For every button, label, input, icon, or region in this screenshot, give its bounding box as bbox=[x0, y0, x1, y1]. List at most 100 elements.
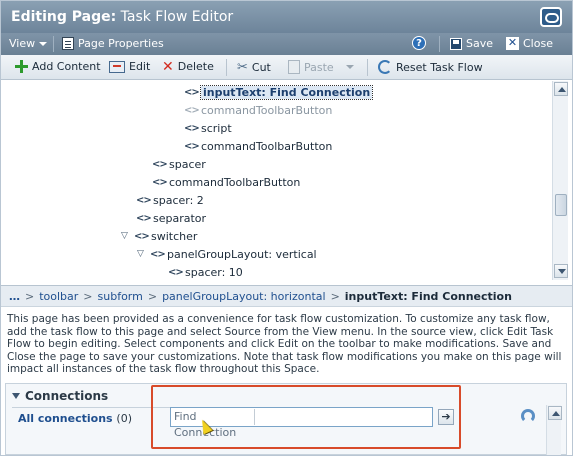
component-tag-icon: <> bbox=[150, 248, 166, 260]
breadcrumb-separator: > bbox=[147, 289, 158, 303]
paste-button[interactable]: Paste bbox=[288, 60, 334, 74]
component-tag-icon: <> bbox=[134, 230, 150, 242]
save-label: Save bbox=[466, 37, 494, 50]
breadcrumb-item[interactable]: subform bbox=[98, 290, 143, 303]
component-tag-icon: <> bbox=[136, 212, 152, 224]
tree-node[interactable]: <> spacer: 2 bbox=[136, 192, 204, 208]
tree-node-label: panelGroupLayout: vertical bbox=[167, 247, 317, 261]
toolbar-divider bbox=[367, 59, 368, 76]
component-tag-icon: <> bbox=[184, 86, 200, 98]
connections-title: Connections bbox=[25, 389, 109, 403]
paste-options-dropdown[interactable] bbox=[346, 65, 354, 69]
arrow-down-icon bbox=[558, 269, 566, 274]
tree-node[interactable]: <> commandToolbarButton bbox=[184, 102, 332, 118]
close-icon: ✕ bbox=[506, 36, 519, 50]
window-title: Editing Page: Task Flow Editor bbox=[11, 9, 233, 25]
paste-label: Paste bbox=[304, 60, 334, 74]
collapse-icon bbox=[12, 393, 20, 399]
tree-node[interactable]: <> script bbox=[184, 120, 232, 136]
reset-task-flow-label: Reset Task Flow bbox=[396, 60, 483, 74]
component-tag-icon: <> bbox=[184, 140, 200, 152]
component-tag-icon: <> bbox=[152, 158, 168, 170]
save-button[interactable]: Save bbox=[450, 37, 493, 50]
tree-scrollbar[interactable] bbox=[552, 81, 568, 280]
breadcrumb-separator: > bbox=[330, 289, 340, 303]
component-tree: <> inputText: Find Connection <> command… bbox=[1, 81, 572, 280]
reset-task-flow-button[interactable]: Reset Task Flow bbox=[378, 60, 483, 74]
cut-button[interactable]: ✂ Cut bbox=[237, 60, 271, 75]
tree-node-label: commandToolbarButton bbox=[169, 175, 301, 189]
breadcrumb-separator: > bbox=[25, 289, 35, 303]
toolbar-divider bbox=[226, 59, 227, 76]
add-content-button[interactable]: Add Content bbox=[15, 60, 101, 73]
help-text: This page has been provided as a conveni… bbox=[7, 313, 562, 376]
tree-node[interactable]: <> commandToolbarButton bbox=[184, 138, 332, 154]
delete-label: Delete bbox=[177, 60, 214, 73]
scroll-up-button[interactable] bbox=[548, 406, 562, 420]
tree-node[interactable]: <> separator bbox=[136, 210, 206, 226]
arrow-up-icon bbox=[558, 87, 566, 92]
tree-node[interactable]: ▽ <> switcher bbox=[121, 228, 197, 244]
expand-toggle-icon[interactable]: ▽ bbox=[121, 231, 131, 241]
cut-label: Cut bbox=[251, 61, 271, 74]
paste-icon bbox=[288, 60, 300, 74]
panel-scrollbar[interactable] bbox=[546, 405, 562, 455]
refresh-icon[interactable] bbox=[521, 409, 535, 423]
tree-node-label: separator bbox=[153, 211, 207, 225]
breadcrumb-current: inputText: Find Connection bbox=[344, 289, 512, 303]
all-connections-count: (0) bbox=[116, 412, 133, 425]
arrow-up-icon bbox=[552, 411, 560, 416]
component-tag-icon: <> bbox=[184, 122, 200, 134]
breadcrumb-overflow[interactable]: … bbox=[9, 290, 20, 303]
tree-node-label: switcher bbox=[151, 229, 198, 243]
title-text: Task Flow Editor bbox=[120, 9, 234, 25]
menu-divider bbox=[53, 36, 54, 52]
view-menu[interactable]: View bbox=[9, 37, 48, 50]
tree-node-label: script bbox=[201, 121, 232, 135]
help-icon: ? bbox=[412, 36, 426, 50]
page-properties-button[interactable]: Page Properties bbox=[62, 37, 164, 50]
page-properties-icon bbox=[62, 37, 74, 50]
menu-bar: View Page Properties ? Save ✕ Close bbox=[1, 33, 572, 55]
component-tag-icon: <> bbox=[136, 194, 152, 206]
breadcrumb-item[interactable]: toolbar bbox=[39, 290, 78, 303]
all-connections-link[interactable]: All connections (0) bbox=[18, 412, 132, 425]
tree-node-label: commandToolbarButton bbox=[201, 103, 333, 117]
scissors-icon: ✂ bbox=[237, 60, 248, 75]
tree-node[interactable]: ▽ <> panelGroupLayout: vertical bbox=[137, 246, 317, 262]
close-button[interactable]: ✕ Close bbox=[506, 37, 553, 50]
chevron-down-icon bbox=[39, 41, 48, 46]
edit-label: Edit bbox=[129, 60, 151, 73]
breadcrumb: … > toolbar > subform > panelGroupLayout… bbox=[1, 285, 572, 307]
oracle-logo-icon bbox=[540, 7, 562, 27]
tree-node[interactable]: <> commandToolbarButton bbox=[152, 174, 300, 190]
all-connections-label: All connections bbox=[18, 412, 113, 425]
tree-node[interactable]: <> inputText: Find Connection bbox=[184, 84, 374, 100]
tree-node[interactable]: <> spacer bbox=[152, 156, 206, 172]
tree-node-label: commandToolbarButton bbox=[201, 139, 333, 153]
scroll-down-button[interactable] bbox=[554, 264, 568, 278]
component-tag-icon: <> bbox=[152, 176, 168, 188]
tree-node[interactable]: <> spacer: 10 bbox=[168, 264, 243, 280]
chevron-down-icon bbox=[346, 65, 354, 69]
page-properties-label: Page Properties bbox=[78, 37, 164, 50]
tree-node-label: spacer bbox=[169, 157, 206, 171]
scroll-up-button[interactable] bbox=[554, 82, 568, 96]
tree-node-label: inputText: Find Connection bbox=[199, 84, 374, 100]
menu-divider bbox=[439, 36, 440, 52]
close-label: Close bbox=[523, 37, 553, 50]
highlight-annotation bbox=[151, 385, 461, 449]
connections-header[interactable]: Connections bbox=[12, 389, 108, 403]
reset-icon bbox=[378, 60, 392, 74]
title-bar: Editing Page: Task Flow Editor bbox=[1, 1, 572, 33]
edit-button[interactable]: Edit bbox=[109, 60, 150, 73]
expand-toggle-icon[interactable]: ▽ bbox=[137, 249, 147, 259]
editor-toolbar: Add Content Edit ✕ Delete ✂ Cut Paste Re… bbox=[1, 55, 572, 80]
edit-icon bbox=[109, 60, 125, 73]
breadcrumb-item[interactable]: panelGroupLayout: horizontal bbox=[162, 290, 325, 303]
scroll-thumb[interactable] bbox=[555, 194, 567, 216]
help-button[interactable]: ? bbox=[412, 36, 426, 50]
delete-button[interactable]: ✕ Delete bbox=[162, 60, 214, 74]
title-prefix: Editing Page: bbox=[11, 9, 117, 25]
component-tag-icon: <> bbox=[168, 266, 184, 278]
